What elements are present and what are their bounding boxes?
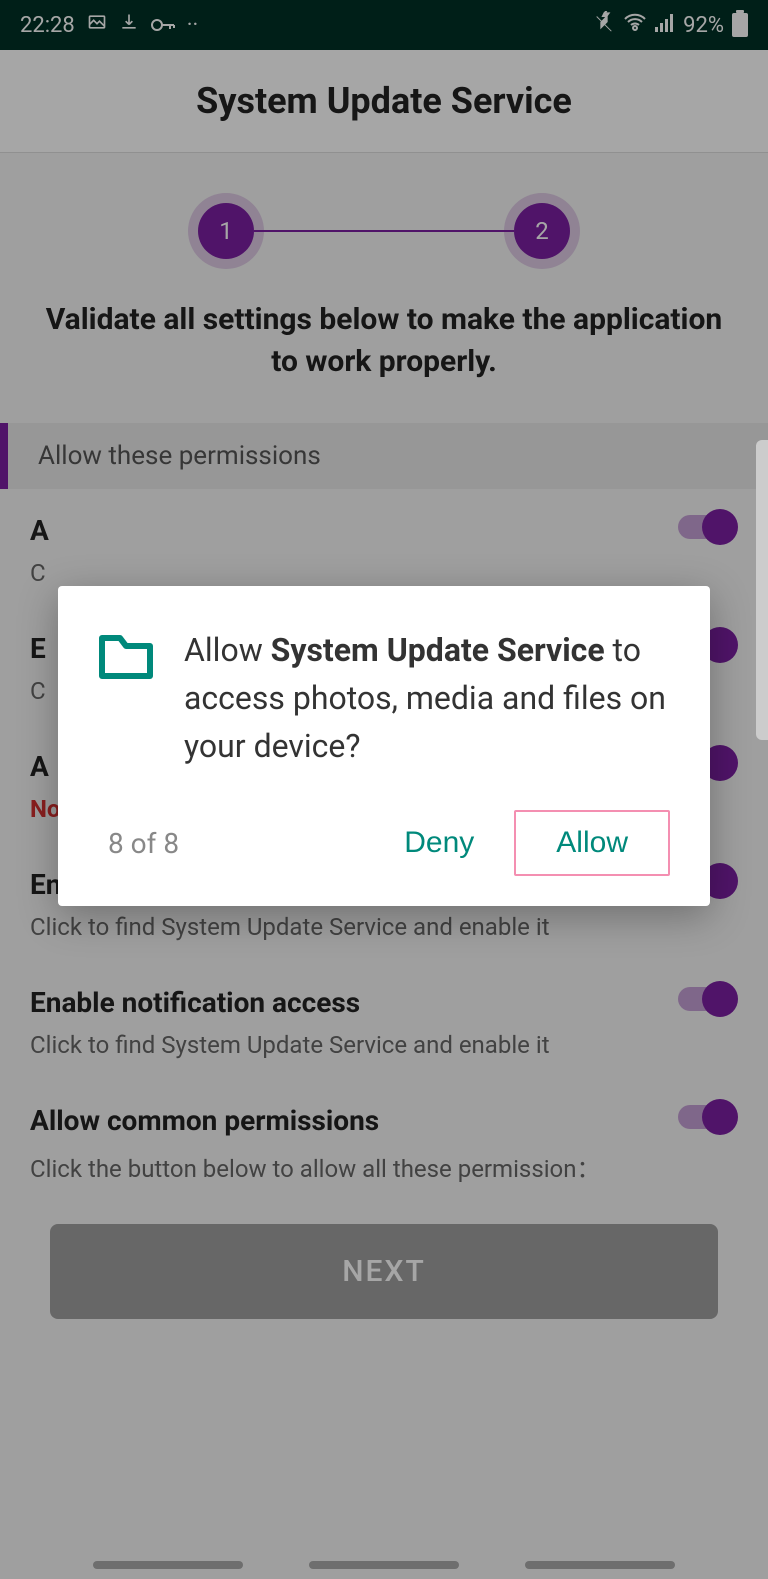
dialog-buttons: Deny Allow — [374, 810, 670, 876]
permission-dialog: Allow System Update Service to access ph… — [58, 586, 710, 906]
allow-button[interactable]: Allow — [514, 810, 670, 876]
dialog-footer: 8 of 8 Deny Allow — [98, 810, 670, 876]
folder-icon — [98, 634, 154, 680]
dialog-counter: 8 of 8 — [108, 827, 179, 860]
dialog-content: Allow System Update Service to access ph… — [98, 626, 670, 770]
deny-button[interactable]: Deny — [374, 810, 504, 876]
dialog-text-prefix: Allow — [184, 631, 271, 669]
dialog-message: Allow System Update Service to access ph… — [184, 626, 670, 770]
dialog-app-name: System Update Service — [271, 631, 605, 669]
scroll-indicator[interactable] — [756, 440, 768, 740]
